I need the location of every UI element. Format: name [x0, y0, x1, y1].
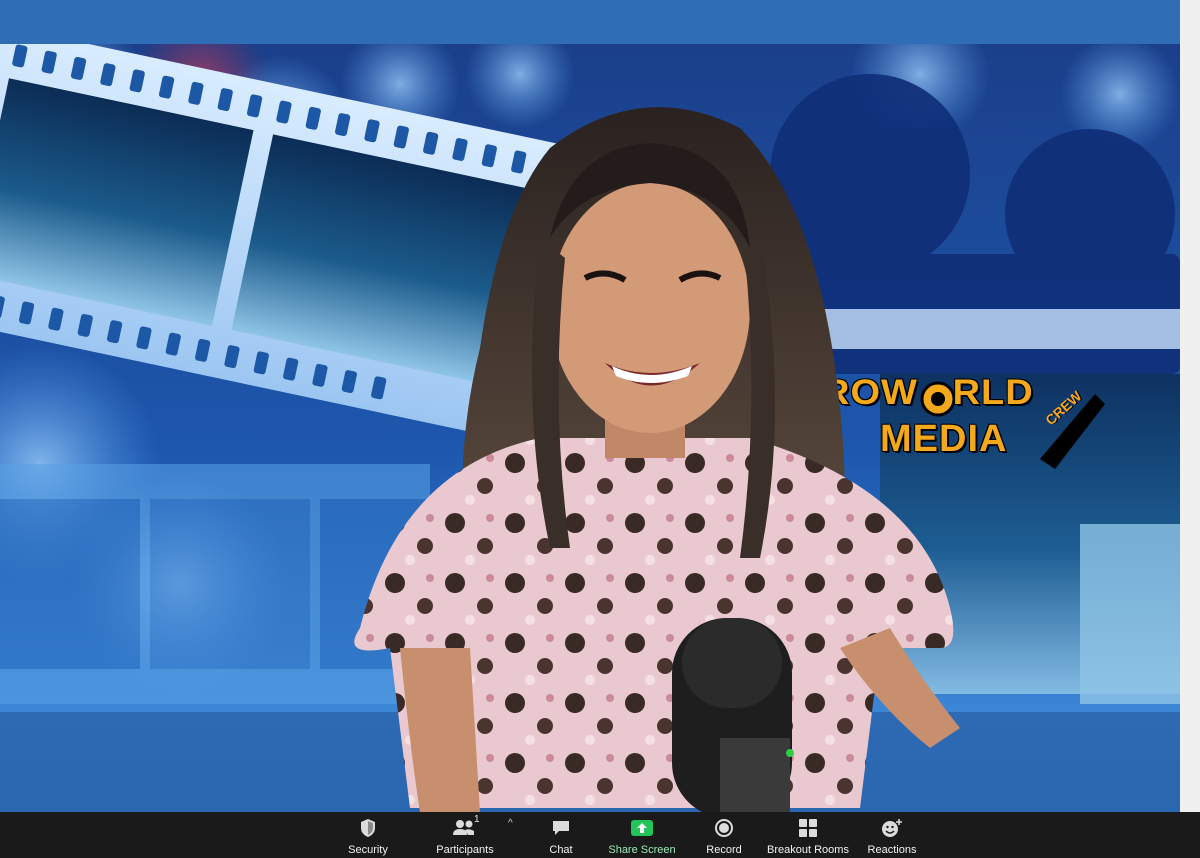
record-button[interactable]: Record [698, 812, 750, 858]
speaker-video [354, 107, 960, 812]
breakout-rooms-icon [795, 816, 821, 840]
right-gutter [1180, 0, 1200, 812]
chat-button[interactable]: Chat [535, 812, 587, 858]
participants-options-caret[interactable]: ^ [508, 818, 513, 829]
security-button[interactable]: Security [340, 812, 396, 858]
video-area: ROW RLD MEDIA CREW [0, 0, 1200, 812]
chat-label: Chat [549, 844, 573, 856]
reactions-label: Reactions [867, 844, 917, 856]
breakout-rooms-button[interactable]: Breakout Rooms [766, 812, 850, 858]
share-screen-button[interactable]: Share Screen [606, 812, 678, 858]
participants-icon: 1 [452, 814, 480, 840]
reactions-button[interactable]: Reactions [864, 812, 920, 858]
reactions-icon [879, 816, 905, 840]
share-screen-label: Share Screen [608, 844, 676, 856]
meeting-toolbar: Security 1 Participants Chat Share Scree… [0, 812, 1200, 858]
breakout-rooms-label: Breakout Rooms [767, 844, 849, 856]
participants-label: Participants [436, 844, 494, 856]
security-label: Security [348, 844, 388, 856]
participants-button[interactable]: 1 Participants [432, 812, 498, 858]
record-label: Record [706, 844, 742, 856]
record-icon [711, 816, 737, 840]
share-screen-icon [629, 816, 655, 840]
participants-count: 1 [474, 814, 480, 825]
video-top-strip [0, 0, 1180, 44]
chat-icon [548, 816, 574, 840]
shield-icon [355, 816, 381, 840]
